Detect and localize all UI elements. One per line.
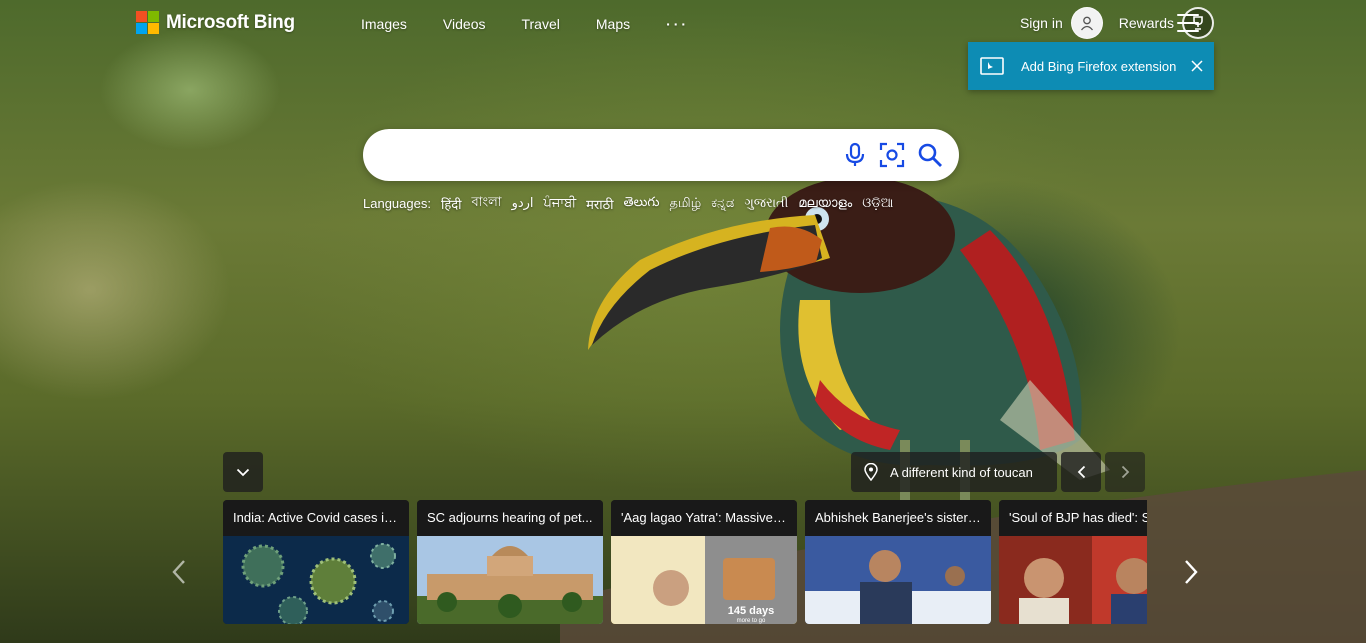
rewards-label: Rewards [1118, 15, 1174, 31]
language-link[interactable]: বাংলা [472, 193, 502, 214]
language-link[interactable]: తెలుగు [624, 195, 660, 213]
news-carousel: India: Active Covid cases in... SC adjou… [223, 500, 1147, 624]
chevron-left-icon [172, 560, 185, 584]
brand-name: Microsoft Bing [166, 11, 295, 33]
search-icon[interactable] [916, 141, 944, 169]
nav-images[interactable]: Images [343, 16, 425, 32]
news-card-image [999, 536, 1147, 624]
news-card-image [805, 536, 991, 624]
person-icon [1070, 7, 1103, 39]
language-link[interactable]: ગુજરાતી [744, 196, 788, 211]
image-caption-button[interactable]: A different kind of toucan [851, 452, 1057, 492]
sign-in-button[interactable]: Sign in [1020, 7, 1103, 39]
hamburger-menu-icon[interactable] [1177, 14, 1199, 32]
news-card[interactable]: 'Aag lagao Yatra': Massive ... 145 days … [611, 500, 797, 624]
next-image-button[interactable] [1105, 452, 1145, 492]
language-link[interactable]: മലയാളം [798, 196, 852, 211]
extension-banner-text: Add Bing Firefox extension [1021, 58, 1177, 74]
languages-label: Languages: [363, 196, 431, 211]
microsoft-logo-icon [136, 11, 159, 34]
image-caption-text: A different kind of toucan [890, 464, 1033, 480]
language-link[interactable]: اردو [512, 196, 534, 211]
carousel-next-button[interactable] [1176, 556, 1206, 588]
location-pin-icon [864, 463, 878, 481]
language-link[interactable]: हिंदी [441, 195, 462, 213]
language-link[interactable]: தமிழ் [669, 196, 701, 212]
search-input[interactable] [385, 139, 835, 171]
chevron-left-icon [1077, 465, 1085, 479]
visual-search-icon[interactable] [878, 141, 906, 169]
close-icon[interactable] [1190, 59, 1204, 73]
top-nav: Images Videos Travel Maps ··· [343, 16, 707, 32]
sign-in-label: Sign in [1019, 15, 1063, 31]
bing-logo[interactable]: Microsoft Bing [136, 11, 295, 34]
rewards-button[interactable]: Rewards [1119, 7, 1214, 39]
news-card-overlay-text: 145 days [728, 605, 774, 617]
microphone-icon[interactable] [841, 141, 869, 169]
nav-more-button[interactable]: ··· [648, 16, 707, 32]
news-card-title: India: Active Covid cases in... [223, 500, 409, 536]
news-card[interactable]: SC adjourns hearing of pet... [417, 500, 603, 624]
news-card-title: SC adjourns hearing of pet... [417, 500, 603, 536]
collapse-feed-button[interactable] [223, 452, 263, 492]
news-card-title: 'Aag lagao Yatra': Massive ... [611, 500, 797, 536]
language-link[interactable]: ଓଡ଼ିଆ [862, 196, 893, 211]
news-card[interactable]: Abhishek Banerjee's sister-... [805, 500, 991, 624]
chevron-right-icon [1185, 560, 1198, 584]
news-card-image [223, 536, 409, 624]
nav-maps[interactable]: Maps [578, 16, 648, 32]
news-card-image: 145 days more to go [611, 536, 797, 624]
previous-image-button[interactable] [1061, 452, 1101, 492]
bing-extension-icon [980, 57, 1004, 75]
language-link[interactable]: ಕನ್ನಡ [711, 196, 734, 211]
news-card-title: Abhishek Banerjee's sister-... [805, 500, 991, 536]
search-box [363, 129, 959, 181]
news-card-overlay-subtext: more to go [737, 618, 766, 624]
chevron-right-icon [1121, 465, 1129, 479]
news-card[interactable]: India: Active Covid cases in... [223, 500, 409, 624]
nav-travel[interactable]: Travel [503, 16, 577, 32]
carousel-prev-button[interactable] [164, 556, 194, 588]
extension-banner[interactable]: Add Bing Firefox extension [968, 42, 1214, 90]
nav-videos[interactable]: Videos [425, 16, 504, 32]
language-links: Languages: हिंदी বাংলা اردو ਪੰਜਾਬੀ मराठी… [363, 193, 903, 214]
language-link[interactable]: मराठी [586, 195, 613, 213]
news-card[interactable]: 'Soul of BJP has died': Shiv Sena [999, 500, 1147, 624]
news-card-image [417, 536, 603, 624]
chevron-down-icon [236, 468, 250, 476]
language-link[interactable]: ਪੰਜਾਬੀ [544, 196, 577, 211]
news-card-title: 'Soul of BJP has died': Shiv Sena [999, 500, 1147, 536]
